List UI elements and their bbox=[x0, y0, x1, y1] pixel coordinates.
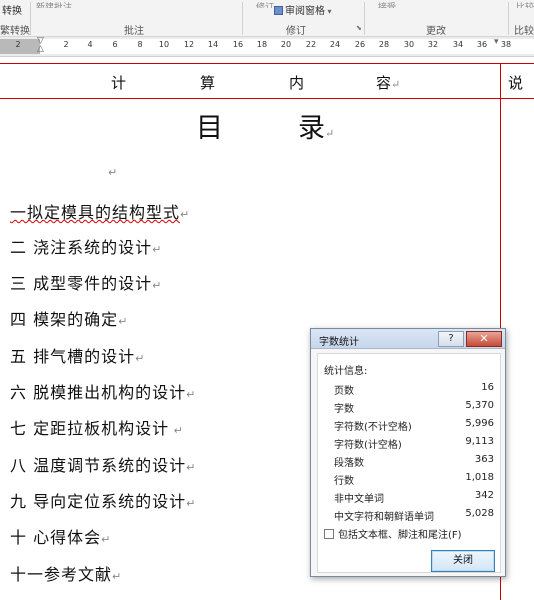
indent-marker-icon[interactable]: ▽ △ bbox=[37, 37, 44, 54]
new-comment-button[interactable]: 新建批注 bbox=[36, 0, 72, 8]
header-explanation: 说 bbox=[508, 74, 524, 92]
accept-button[interactable]: 接受 bbox=[378, 0, 396, 8]
toc-item[interactable]: 九 导向定位系统的设计↵ bbox=[10, 488, 196, 512]
include-textboxes-checkbox[interactable]: 包括文本框、脚注和尾注(F) bbox=[324, 526, 462, 541]
ruler-label: 22 bbox=[305, 40, 317, 49]
ruler-label: 10 bbox=[158, 40, 170, 49]
title-lu: 录↵ bbox=[298, 113, 335, 144]
toc-item[interactable]: 十 心得体会↵ bbox=[10, 524, 111, 548]
toc-item[interactable]: 七 定距拉板机构设计 ↵ bbox=[10, 415, 184, 439]
close-button[interactable]: 关闭 bbox=[431, 550, 495, 572]
ruler-label: 38 bbox=[500, 40, 512, 49]
ribbon: 转换 繁转换 新建批注 批注 修订 审阅窗格 ▾ 修订 ⬊ 接受 更改 比较 比… bbox=[0, 0, 534, 37]
ruler-label: 30 bbox=[403, 40, 415, 49]
toc-item[interactable]: 八 温度调节系统的设计↵ bbox=[10, 452, 196, 476]
traditional-convert-button[interactable]: 繁转换 bbox=[0, 22, 30, 37]
ruler-label: 4 bbox=[87, 40, 93, 49]
paragraph-mark-icon: ↵ bbox=[108, 166, 118, 179]
ruler-label: 8 bbox=[137, 40, 143, 49]
header-calc: 计 bbox=[111, 74, 127, 92]
ruler-label: 20 bbox=[280, 40, 292, 49]
title-mu: 目 bbox=[196, 113, 223, 144]
right-margin-marker-icon[interactable]: ▾ bbox=[494, 37, 499, 47]
toc-item[interactable]: 二 浇注系统的设计↵ bbox=[10, 234, 162, 258]
toc-item[interactable]: 十一参考文献↵ bbox=[10, 561, 122, 585]
dialog-body: 统计信息: 页数 16 字数 5,370 字符数(不计空格) 5,996 字符数(计空… bbox=[317, 353, 501, 573]
ruler-label: 24 bbox=[329, 40, 341, 49]
toc-item[interactable]: 六 脱模推出机构的设计↵ bbox=[10, 379, 196, 403]
ruler-label: 14 bbox=[207, 40, 219, 49]
close-icon[interactable]: ✕ bbox=[466, 331, 502, 347]
horizontal-ruler[interactable]: 2 ▽ △ 2 4 6 8 10 12 14 16 18 20 22 24 26 … bbox=[0, 37, 534, 57]
checkbox-box[interactable] bbox=[324, 529, 334, 539]
ruler-label: 12 bbox=[183, 40, 195, 49]
header-rong: 容↵ bbox=[376, 74, 401, 92]
header-suan: 算 bbox=[200, 74, 216, 92]
group-compare-label: 比较 bbox=[514, 26, 534, 37]
review-pane-button[interactable]: 审阅窗格 ▾ bbox=[274, 2, 332, 17]
ruler-label: 32 bbox=[427, 40, 439, 49]
header-nei: 内 bbox=[289, 74, 305, 92]
header-bottom-border bbox=[0, 98, 534, 99]
track-changes-button[interactable]: 修订 bbox=[256, 0, 274, 8]
tracking-dialog-launcher-icon[interactable]: ⬊ bbox=[356, 24, 362, 32]
group-comments-label: 批注 bbox=[124, 26, 144, 37]
help-button[interactable]: ? bbox=[438, 331, 464, 347]
ruler-label: 34 bbox=[452, 40, 464, 49]
ruler-label: 16 bbox=[232, 40, 244, 49]
compare-button[interactable]: 比较 bbox=[516, 0, 534, 8]
ribbon-separator bbox=[242, 2, 243, 35]
toc-item[interactable]: 四 模架的确定↵ bbox=[10, 306, 128, 330]
ruler-label: 2 bbox=[63, 40, 69, 49]
toc-item[interactable]: 一拟定模具的结构型式↵ bbox=[10, 199, 190, 223]
review-pane-label: 审阅窗格 bbox=[285, 6, 325, 17]
group-changes-label: 更改 bbox=[426, 26, 446, 37]
word-count-dialog[interactable]: 字数统计 ? ✕ 统计信息: 页数 16 字数 5,370 字符数(不计空格) 5,9… bbox=[310, 328, 506, 577]
ruler-label: 26 bbox=[354, 40, 366, 49]
ruler-label: 36 bbox=[476, 40, 488, 49]
ruler-label: 18 bbox=[256, 40, 268, 49]
dialog-title-bar[interactable]: 字数统计 ? ✕ bbox=[311, 329, 505, 349]
ribbon-separator bbox=[30, 2, 31, 35]
convert-button[interactable]: 转换 bbox=[2, 2, 22, 17]
checkbox-label: 包括文本框、脚注和尾注(F) bbox=[338, 530, 462, 541]
ruler-label: 6 bbox=[112, 40, 118, 49]
ribbon-separator bbox=[508, 2, 509, 35]
statistics-label: 统计信息: bbox=[324, 366, 368, 377]
ribbon-separator bbox=[364, 2, 365, 35]
dialog-title: 字数统计 bbox=[319, 337, 359, 348]
group-tracking-label: 修订 bbox=[286, 26, 306, 37]
toc-item[interactable]: 五 排气槽的设计↵ bbox=[10, 343, 145, 367]
table-top-border bbox=[0, 63, 534, 64]
ruler-label: 28 bbox=[378, 40, 390, 49]
ruler-label: 2 bbox=[15, 40, 21, 49]
review-pane-icon bbox=[274, 6, 283, 15]
toc-item[interactable]: 三 成型零件的设计↵ bbox=[10, 270, 162, 294]
